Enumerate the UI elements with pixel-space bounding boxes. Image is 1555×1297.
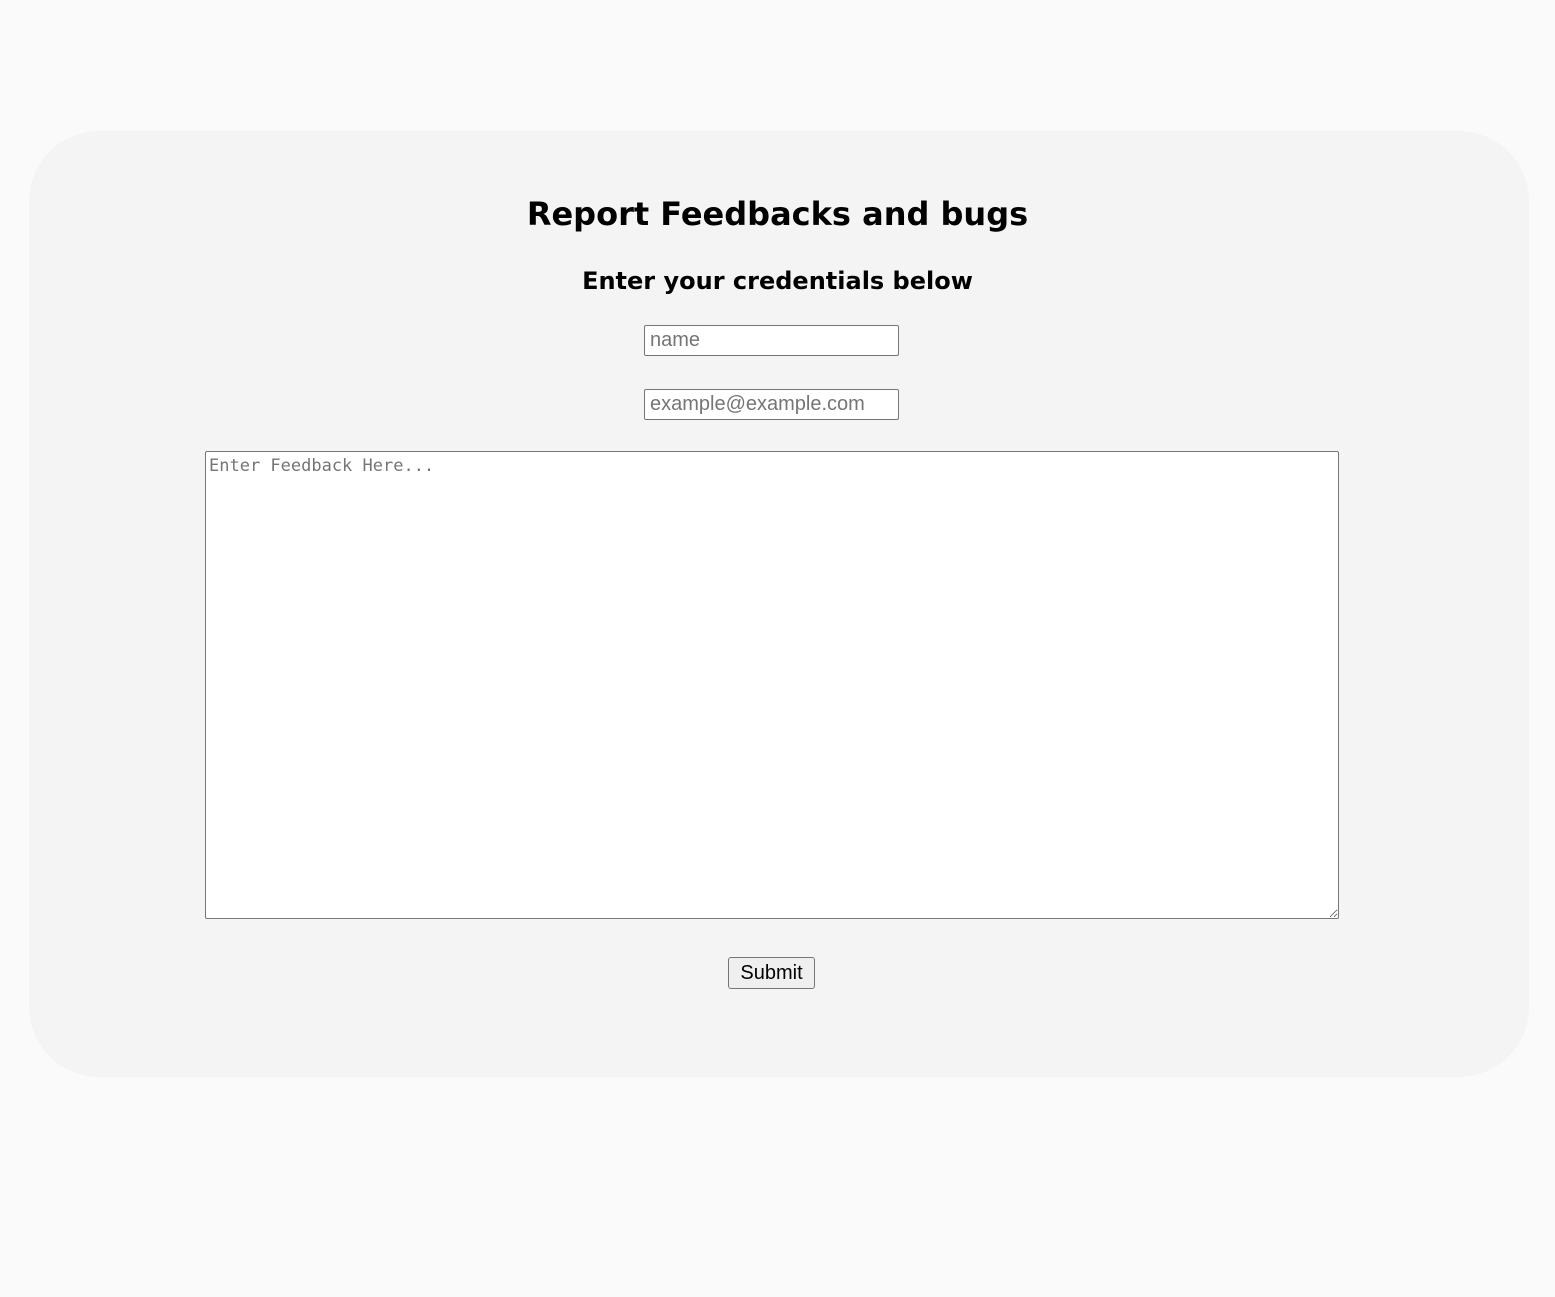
name-input[interactable]	[644, 325, 899, 356]
submit-button[interactable]: Submit	[728, 957, 815, 989]
form-subtitle: Enter your credentials below	[582, 267, 973, 295]
page-title: Report Feedbacks and bugs	[526, 195, 1029, 233]
feedback-textarea[interactable]	[205, 451, 1339, 919]
email-input[interactable]	[644, 389, 899, 420]
